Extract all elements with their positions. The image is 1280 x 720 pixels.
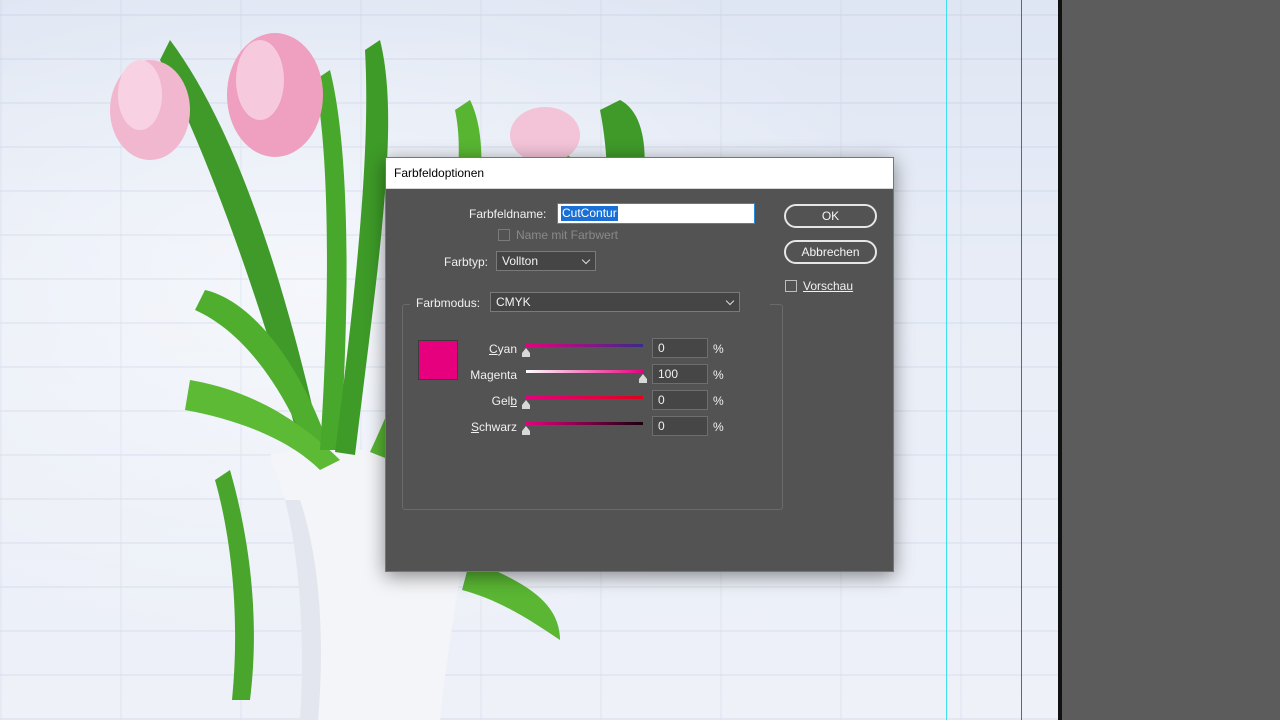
black-slider[interactable] — [526, 422, 643, 425]
yellow-percent: % — [713, 394, 724, 408]
color-mode-label: Farbmodus: — [416, 296, 481, 310]
yellow-value-input[interactable]: 0 — [652, 390, 708, 410]
swatch-options-dialog: Farbfeldoptionen Farbfeldname: CutContur… — [385, 157, 894, 572]
color-type-label: Farbtyp: — [444, 255, 489, 269]
magenta-label: Magenta — [470, 368, 517, 382]
cancel-button[interactable]: Abbrechen — [784, 240, 877, 264]
color-mode-value: CMYK — [496, 295, 531, 309]
yellow-label: Gelb — [491, 394, 517, 408]
magenta-slider[interactable] — [526, 370, 643, 373]
swatch-name-label: Farbfeldname: — [469, 207, 547, 221]
swatch-name-value: CutContur — [561, 206, 618, 221]
black-percent: % — [713, 420, 724, 434]
dialog-title: Farbfeldoptionen — [386, 158, 893, 189]
preview-checkbox[interactable] — [785, 280, 797, 292]
chevron-down-icon — [725, 296, 735, 306]
cyan-value-input[interactable]: 0 — [652, 338, 708, 358]
cyan-guide-line[interactable] — [946, 0, 947, 720]
cyan-label: Cyan — [488, 342, 517, 356]
preview-label: Vorschau — [803, 279, 853, 293]
purple-margin-guide[interactable] — [1021, 0, 1022, 720]
name-with-value-checkbox[interactable] — [498, 229, 510, 241]
pasteboard — [1062, 0, 1280, 720]
preview-label-text: Vorschau — [803, 279, 854, 293]
yellow-slider-thumb[interactable] — [522, 400, 530, 409]
cyan-percent: % — [713, 342, 724, 356]
magenta-value-input[interactable]: 100 — [652, 364, 708, 384]
black-label: Schwarz — [470, 420, 517, 434]
color-type-select[interactable]: Vollton — [496, 251, 596, 271]
cyan-slider[interactable] — [526, 344, 643, 347]
chevron-down-icon — [581, 255, 591, 265]
name-with-value-label: Name mit Farbwert — [516, 228, 619, 242]
magenta-percent: % — [713, 368, 724, 382]
ok-button[interactable]: OK — [784, 204, 877, 228]
color-type-value: Vollton — [502, 254, 539, 268]
yellow-slider[interactable] — [526, 396, 643, 399]
color-mode-select[interactable]: CMYK — [490, 292, 740, 312]
magenta-slider-thumb[interactable] — [639, 374, 647, 383]
black-value-input[interactable]: 0 — [652, 416, 708, 436]
cyan-slider-thumb[interactable] — [522, 348, 530, 357]
black-slider-thumb[interactable] — [522, 426, 530, 435]
swatch-name-input[interactable]: CutContur — [557, 203, 755, 224]
